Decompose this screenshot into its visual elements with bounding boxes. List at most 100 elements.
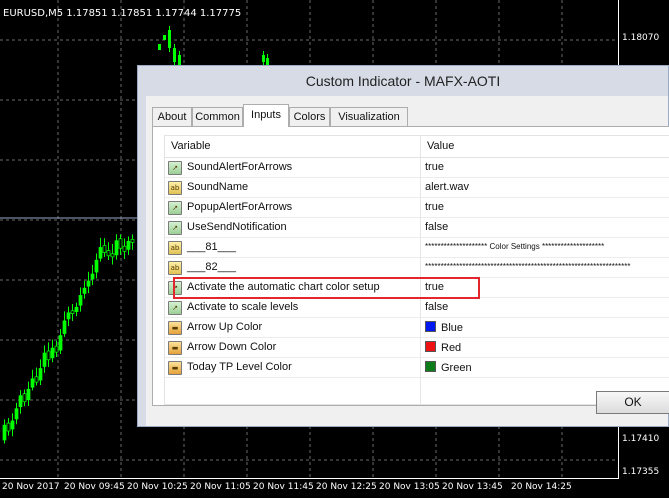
time-label: 20 Nov 2017 [2, 482, 60, 492]
time-label: 20 Nov 09:45 [64, 482, 125, 492]
inputs-panel: Variable Value ↗ SoundAlertForArrows true a… [152, 126, 669, 406]
parameter-name: Arrow Down Color [187, 341, 277, 353]
parameter-name: SoundAlertForArrows [187, 161, 293, 173]
candle-body [102, 245, 107, 253]
parameter-value[interactable]: false [425, 221, 448, 233]
parameter-name: Today TP Level Color [187, 361, 292, 373]
grid-header: Variable Value [165, 136, 669, 158]
time-label: 20 Nov 10:25 [127, 482, 188, 492]
candle-body [86, 280, 91, 287]
parameter-row[interactable]: ↗ UseSendNotification false [165, 218, 669, 238]
tab-colors[interactable]: Colors [289, 107, 330, 127]
string-param-icon: ab [168, 241, 182, 255]
candle-body [262, 55, 265, 62]
candle-body [10, 420, 15, 430]
candle-body [163, 35, 166, 40]
column-header-value[interactable]: Value [427, 140, 454, 152]
color-param-icon: ▬ [168, 361, 182, 375]
parameter-name: SoundName [187, 181, 249, 193]
candle-body [110, 253, 115, 258]
candle-body [82, 287, 87, 294]
candle-body [90, 273, 95, 280]
candle-body [126, 240, 131, 250]
tab-common[interactable]: Common [192, 107, 243, 127]
parameter-value[interactable]: ******************** Color Settings ****… [425, 242, 604, 251]
bool-param-icon: ↗ [168, 201, 182, 215]
parameter-value[interactable]: Green [425, 361, 472, 374]
parameter-row[interactable]: ↗ Activate to scale levels false [165, 298, 669, 318]
parameter-name: ___82___ [187, 261, 236, 273]
parameter-value-text: Green [441, 362, 472, 374]
parameter-value-text: Blue [441, 322, 464, 334]
tab-about[interactable]: About [152, 107, 192, 127]
parameter-value-text: alert.wav [425, 181, 470, 193]
color-swatch [425, 361, 436, 372]
ok-button[interactable]: OK [596, 391, 669, 414]
candle-body [98, 247, 103, 259]
parameter-name: UseSendNotification [187, 221, 287, 233]
candle-body [46, 350, 51, 361]
candle-body [118, 238, 123, 249]
highlight-box [173, 277, 480, 299]
candle-body [58, 335, 63, 351]
candle-body [54, 345, 59, 353]
column-header-variable[interactable]: Variable [171, 140, 211, 152]
parameter-row[interactable]: ▬ Arrow Down Color Red [165, 338, 669, 358]
candle-body [158, 44, 161, 50]
bool-param-icon: ↗ [168, 301, 182, 315]
parameter-value-text: true [425, 161, 444, 173]
candle-body [173, 48, 176, 62]
candle-body [18, 395, 23, 408]
parameter-value-text: false [425, 221, 449, 233]
parameter-row[interactable]: ab ___81___ ******************** Color Set… [165, 238, 669, 258]
parameter-row[interactable]: ab ___82___ ******************************… [165, 258, 669, 278]
candle-body [34, 376, 39, 383]
parameter-row[interactable]: ab SoundName alert.wav [165, 178, 669, 198]
parameter-value-text: Red [441, 342, 462, 354]
dialog-title[interactable]: Custom Indicator - MAFX-AOTI [138, 66, 668, 96]
parameter-value-text: false [425, 301, 449, 313]
parameter-value[interactable]: Red [425, 341, 461, 354]
candle-body [130, 238, 135, 243]
candle-body [70, 310, 75, 314]
candle-body [94, 259, 99, 273]
color-swatch [425, 341, 436, 352]
candle-body [168, 30, 171, 48]
parameter-value[interactable]: true [425, 201, 444, 213]
color-param-icon: ▬ [168, 321, 182, 335]
parameter-value[interactable]: alert.wav [425, 181, 469, 193]
parameter-row[interactable]: ▬ Arrow Up Color Blue [165, 318, 669, 338]
time-label: 20 Nov 12:25 [316, 482, 377, 492]
price-label-top: 1.18070 [622, 33, 660, 43]
parameter-value[interactable]: Blue [425, 321, 463, 334]
parameter-value[interactable]: ****************************************… [425, 262, 630, 271]
candle-body [30, 378, 35, 388]
candle-body [74, 306, 79, 312]
time-label: 20 Nov 14:25 [511, 482, 572, 492]
parameter-value[interactable]: false [425, 301, 448, 313]
string-param-icon: ab [168, 181, 182, 195]
chart-symbol-title: EURUSD,M5 1.17851 1.17851 1.17744 1.1777… [3, 8, 242, 19]
parameter-name: Activate to scale levels [187, 301, 299, 313]
color-param-icon: ▬ [168, 341, 182, 355]
time-label: 20 Nov 13:05 [379, 482, 440, 492]
parameter-value-text: ******************** Color Settings ****… [425, 242, 605, 251]
parameter-row[interactable]: ▬ Today TP Level Color Green [165, 358, 669, 378]
tab-inputs[interactable]: Inputs [243, 104, 289, 127]
inputs-rows: ↗ SoundAlertForArrows true ab SoundName alert… [165, 158, 669, 378]
candle-body [50, 347, 55, 359]
parameter-name: Arrow Up Color [187, 321, 263, 333]
candle-body [66, 312, 71, 320]
parameter-row[interactable]: ↗ SoundAlertForArrows true [165, 158, 669, 178]
candle-body [2, 424, 7, 441]
candle-body [178, 55, 181, 65]
parameter-name: PopupAlertForArrows [187, 201, 293, 213]
parameter-value[interactable]: true [425, 161, 444, 173]
tab-visualization[interactable]: Visualization [330, 107, 408, 127]
bool-param-icon: ↗ [168, 161, 182, 175]
parameter-row[interactable]: ↗ PopupAlertForArrows true [165, 198, 669, 218]
color-swatch [425, 321, 436, 332]
parameter-value-text: ****************************************… [425, 262, 631, 271]
candle-body [6, 422, 11, 432]
candle-body [106, 250, 111, 257]
